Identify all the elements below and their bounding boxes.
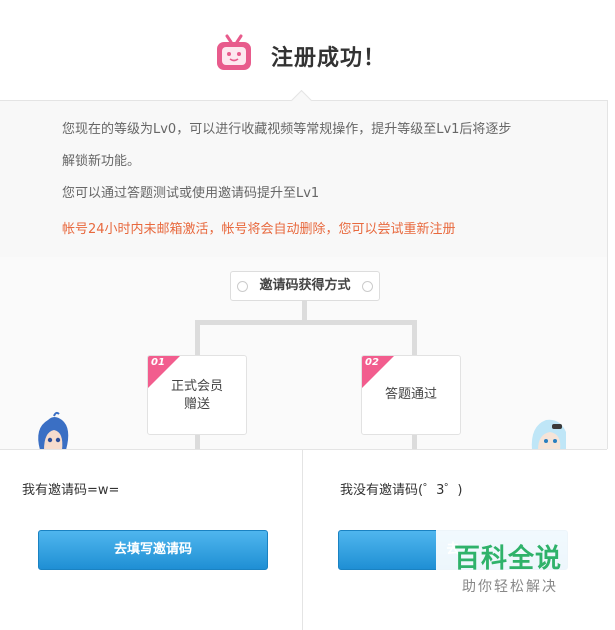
methods-title: 邀请码获得方式 xyxy=(230,271,380,301)
mascot-33-icon xyxy=(531,419,566,450)
circle-icon xyxy=(362,281,373,292)
tree-line xyxy=(412,320,417,356)
info-panel: 您现在的等级为Lv0，可以进行收藏视频等常规操作，提升等级至Lv1后将逐步 解锁… xyxy=(0,89,608,258)
activation-warning: 帐号24小时内未邮箱激活，帐号将会自动删除，您可以尝试重新注册 xyxy=(62,222,456,237)
has-code-label: 我有邀请码=w= xyxy=(22,483,120,498)
method-card-member: 01 正式会员 赠送 xyxy=(147,355,247,435)
card-line-2: 赠送 xyxy=(183,397,210,412)
tree-line xyxy=(302,300,307,320)
watermark: 百科全说 助你轻松解决 xyxy=(436,528,596,600)
watermark-title: 百科全说 xyxy=(454,544,563,574)
tree-line xyxy=(412,434,417,449)
card-number: 01 xyxy=(151,357,165,368)
watermark-subtitle: 助你轻松解决 xyxy=(462,579,558,595)
methods-title-text: 邀请码获得方式 xyxy=(259,278,351,293)
tree-line xyxy=(195,320,417,325)
method-card-quiz: 02 答题通过 xyxy=(361,355,461,435)
card-number: 02 xyxy=(365,357,379,368)
page-title: 注册成功！ xyxy=(271,46,387,71)
card-line-1: 正式会员 xyxy=(170,379,223,394)
invite-methods: 邀请码获得方式 01 正式会员 赠送 02 答题通过 xyxy=(0,257,608,449)
no-code-label: 我没有邀请码(゜3゜) xyxy=(340,483,463,498)
tree-line xyxy=(195,434,200,449)
info-line-3: 您可以通过答题测试或使用邀请码提升至Lv1 xyxy=(62,186,320,201)
mascot-22-icon xyxy=(38,411,69,450)
header: 注册成功！ xyxy=(0,0,615,100)
enter-invite-code-button[interactable]: 去填写邀请码 xyxy=(38,530,268,570)
info-line-2: 解锁新功能。 xyxy=(62,154,141,169)
card-line-1: 答题通过 xyxy=(384,387,437,402)
panel-divider xyxy=(302,450,303,630)
circle-icon xyxy=(237,281,248,292)
tree-line xyxy=(195,320,200,356)
info-line-1: 您现在的等级为Lv0，可以进行收藏视频等常规操作，提升等级至Lv1后将逐步 xyxy=(62,122,512,137)
tv-icon xyxy=(217,34,251,70)
